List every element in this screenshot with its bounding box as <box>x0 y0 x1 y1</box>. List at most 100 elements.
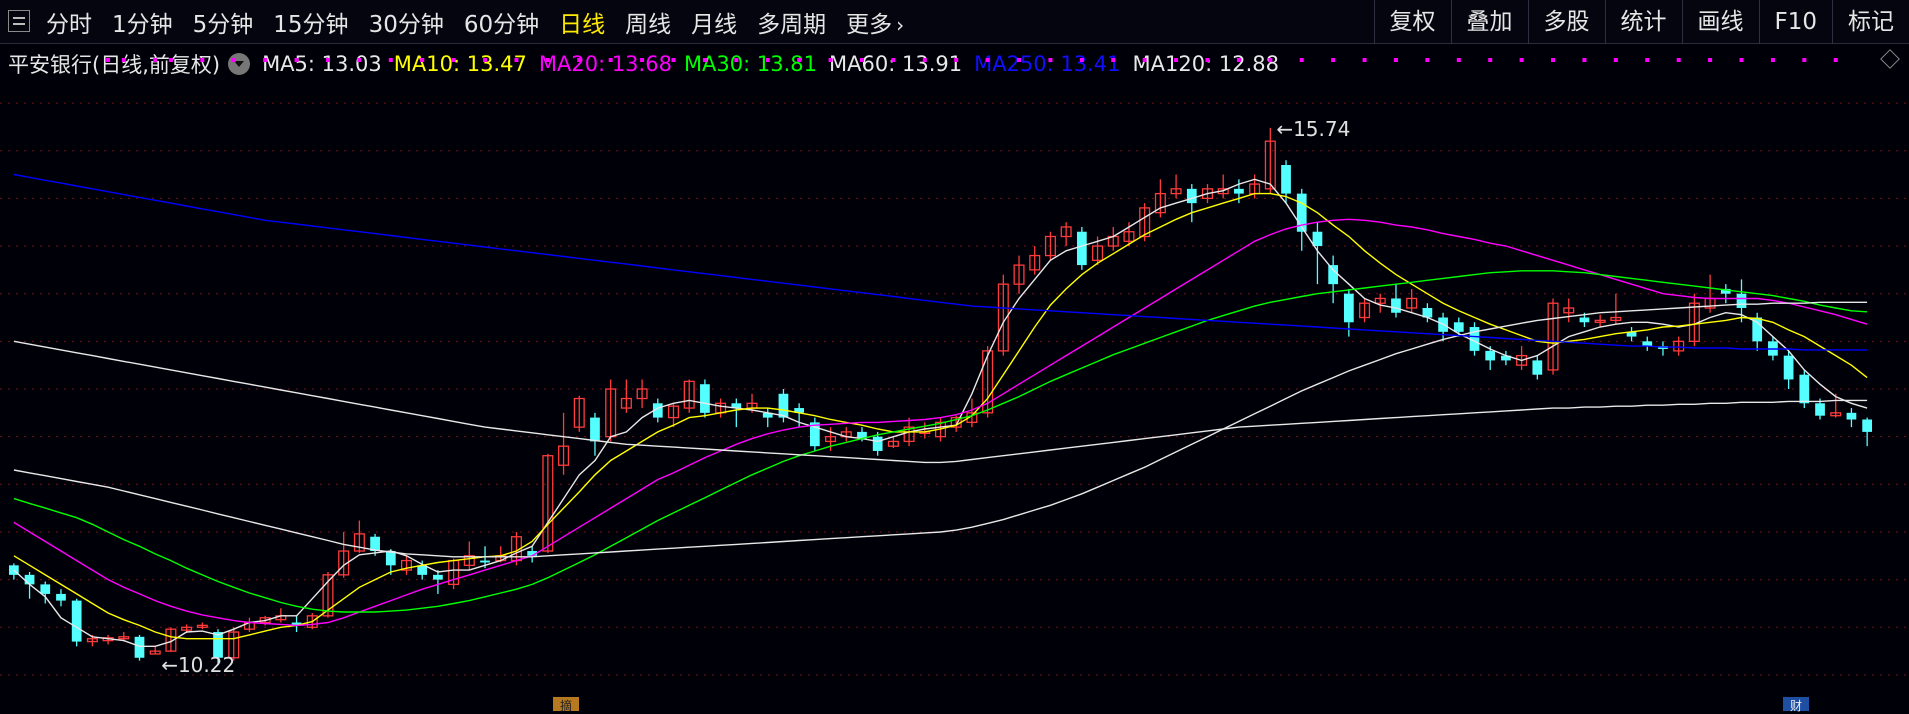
candle-body-down <box>72 601 82 642</box>
tab-weekly[interactable]: 周线 <box>625 5 671 39</box>
signal-dot <box>263 58 267 62</box>
candle-body-down <box>56 594 66 601</box>
ma5-line <box>14 179 1867 646</box>
candle-body-down <box>1281 165 1291 194</box>
signal-dot <box>232 58 236 62</box>
candle-body-down <box>1313 232 1323 246</box>
tab-more-label: 更多 <box>846 12 892 38</box>
menu-icon[interactable] <box>8 10 30 32</box>
signal-dot <box>1708 58 1712 62</box>
signal-dot <box>577 58 581 62</box>
signal-dot <box>1834 58 1838 62</box>
overlay-button[interactable]: 叠加 <box>1451 0 1528 44</box>
signal-dot <box>153 58 157 62</box>
signal-dot <box>389 58 393 62</box>
right-toolbar: 复权 叠加 多股 统计 画线 F10 标记 <box>1374 0 1909 44</box>
candle-body-down <box>25 575 35 585</box>
signal-dot <box>891 58 895 62</box>
signal-dot <box>1677 58 1681 62</box>
signal-dot <box>829 58 833 62</box>
candle-body-down <box>590 418 600 442</box>
signal-dot <box>1457 58 1461 62</box>
signal-dot <box>1520 58 1524 62</box>
candle-body-down <box>386 551 396 565</box>
f10-button[interactable]: F10 <box>1759 0 1833 44</box>
signal-dot <box>1740 58 1744 62</box>
candle-body-down <box>1328 265 1338 284</box>
chevron-right-icon: › <box>896 13 904 37</box>
period-toolbar: 分时 1分钟 5分钟 15分钟 30分钟 60分钟 日线 周线 月线 多周期 更… <box>0 0 1909 44</box>
candle-body-down <box>1344 294 1354 323</box>
signal-dot <box>1048 58 1052 62</box>
signal-dot <box>546 58 550 62</box>
signal-dot <box>1488 58 1492 62</box>
tab-5min[interactable]: 5分钟 <box>193 5 254 39</box>
candle-body-down <box>1187 189 1197 203</box>
signal-dot <box>514 58 518 62</box>
adjust-button[interactable]: 复权 <box>1374 0 1451 44</box>
candle-body-down <box>1737 294 1747 308</box>
candle-body-down <box>1815 403 1825 415</box>
candle-body-down <box>1391 298 1401 312</box>
tab-1min[interactable]: 1分钟 <box>112 5 173 39</box>
candle-body-down <box>779 394 789 418</box>
signal-dot <box>1582 58 1586 62</box>
candle-body-down <box>1454 322 1464 332</box>
signal-dot <box>357 58 361 62</box>
signal-dot <box>734 58 738 62</box>
signal-dot <box>1802 58 1806 62</box>
tab-monthly[interactable]: 月线 <box>691 5 737 39</box>
draw-line-button[interactable]: 画线 <box>1682 0 1759 44</box>
candle-body-down <box>1784 356 1794 380</box>
signal-dot <box>1174 58 1178 62</box>
price-annotation: ←15.74 <box>1276 117 1350 141</box>
signal-dot <box>1300 58 1304 62</box>
multi-stock-button[interactable]: 多股 <box>1528 0 1605 44</box>
mark-button[interactable]: 标记 <box>1832 0 1909 44</box>
signal-dot <box>452 58 456 62</box>
candle-body-down <box>1642 341 1652 346</box>
tab-multi-period[interactable]: 多周期 <box>757 5 826 39</box>
kline-chart[interactable]: ←15.74 ←10.22 <box>0 44 1909 708</box>
signal-dot <box>1017 58 1021 62</box>
signal-dot <box>169 58 173 62</box>
tab-30min[interactable]: 30分钟 <box>369 5 444 39</box>
signal-dot <box>1268 58 1272 62</box>
period-tabs: 分时 1分钟 5分钟 15分钟 30分钟 60分钟 日线 周线 月线 多周期 更… <box>46 0 924 44</box>
signal-dot <box>1645 58 1649 62</box>
candle-body-down <box>433 575 443 580</box>
event-marker[interactable]: 摘 <box>553 697 579 711</box>
candle-body-down <box>1862 420 1872 432</box>
price-annotation: ←10.22 <box>161 653 235 677</box>
signal-dot <box>122 58 126 62</box>
signal-dot <box>1331 58 1335 62</box>
candle-body-down <box>1077 232 1087 265</box>
ma10-line <box>14 194 1867 639</box>
tab-15min[interactable]: 15分钟 <box>273 5 348 39</box>
candle-body-down <box>135 637 145 658</box>
candle-body-down <box>40 584 50 594</box>
signal-dot <box>1363 58 1367 62</box>
ma120-line <box>14 341 1867 462</box>
signal-dot <box>640 58 644 62</box>
signal-dot <box>797 58 801 62</box>
tab-60min[interactable]: 60分钟 <box>464 5 539 39</box>
candle-body-down <box>1485 351 1495 361</box>
tab-daily[interactable]: 日线 <box>559 5 605 39</box>
signal-dot <box>106 58 110 62</box>
signal-dot <box>1237 58 1241 62</box>
signal-dot <box>986 58 990 62</box>
tab-intraday[interactable]: 分时 <box>46 5 92 39</box>
candle-body-down <box>480 561 490 563</box>
statistics-button[interactable]: 统计 <box>1605 0 1682 44</box>
signal-dot <box>954 58 958 62</box>
signal-dot <box>1551 58 1555 62</box>
candle-body-down <box>873 437 883 451</box>
signal-dot <box>1111 58 1115 62</box>
signal-dot <box>1143 58 1147 62</box>
signal-dot <box>420 58 424 62</box>
signal-dot <box>672 58 676 62</box>
tab-more[interactable]: 更多› <box>846 5 904 39</box>
event-marker[interactable]: 财 <box>1783 697 1809 711</box>
signal-dot <box>1206 58 1210 62</box>
